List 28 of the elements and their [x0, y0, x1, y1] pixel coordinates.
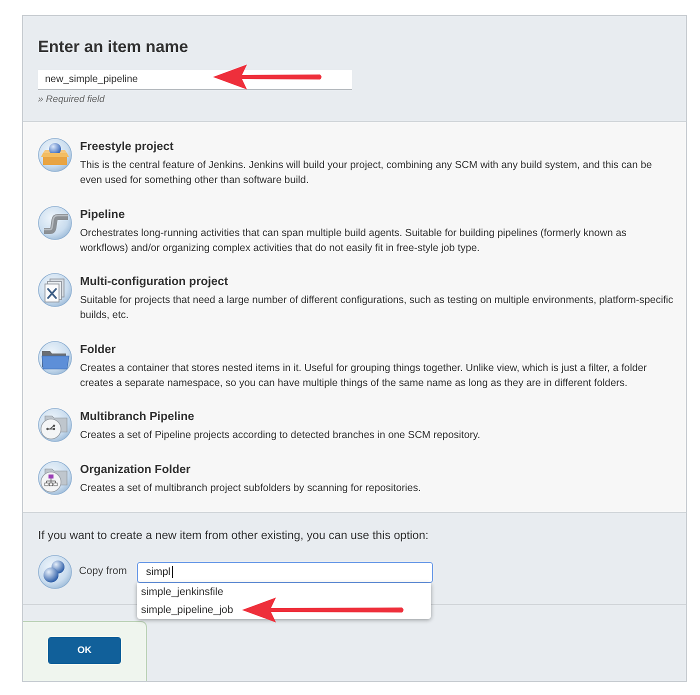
item-type-title[interactable]: Organization Folder [80, 458, 674, 480]
org-chart-folder-icon [38, 460, 72, 494]
copy-from-field[interactable]: simpl [137, 562, 433, 582]
item-type-title[interactable]: Multi-configuration project [80, 271, 674, 293]
pipe-icon [38, 206, 72, 240]
text-cursor-icon [172, 566, 173, 578]
item-type-title[interactable]: Freestyle project [80, 136, 674, 158]
spheres-icon [38, 555, 72, 589]
suggestion-item[interactable]: simple_pipeline_job [141, 604, 234, 616]
folder-icon [38, 340, 72, 374]
package-icon [38, 138, 72, 172]
item-type-description: Suitable for projects that need a large number of different configurations, such as testing on multiple environments, platform-specific builds, etc. [80, 294, 674, 323]
ok-button[interactable]: OK [48, 637, 121, 664]
item-type-title[interactable]: Multibranch Pipeline [80, 406, 674, 428]
item-type-title[interactable]: Folder [80, 338, 674, 360]
item-type-description: This is the central feature of Jenkins. Jenkins will build your project, combining any SCM with any build system, and this can be even used for something other than software build. [80, 159, 653, 188]
suggestion-item[interactable]: simple_jenkinsfile [141, 586, 224, 598]
item-type-description: Creates a set of Pipeline projects according to detected branches in one SCM repository. [80, 429, 482, 443]
item-type-description: Orchestrates long-running activities that can span multiple build agents. Suitable for building pipelines (formerly known as workflows) and/or organizing complex activities that do not easily fit in free-style job type. [80, 226, 628, 256]
copy-from-label: Copy from [79, 565, 128, 579]
copy-hint-text: If you want to create a new item from other existing, you can use this option: [38, 528, 430, 544]
required-field-hint: » Required field [38, 93, 106, 106]
branch-folder-icon [38, 408, 72, 442]
item-type-description: Creates a set of multibranch project subfolders by scanning for repositories. [80, 482, 422, 496]
documents-with-tools-icon [38, 273, 72, 307]
item-type-title[interactable]: Pipeline [80, 204, 674, 226]
page-title: Enter an item name [38, 37, 190, 58]
item-type-description: Creates a container that stores nested items in it. Useful for grouping things together. Unlike view, which is just a filter, a folder creates a separate namespace, so you can have multiple things of the same name as long as they are in different folders. [80, 362, 648, 390]
